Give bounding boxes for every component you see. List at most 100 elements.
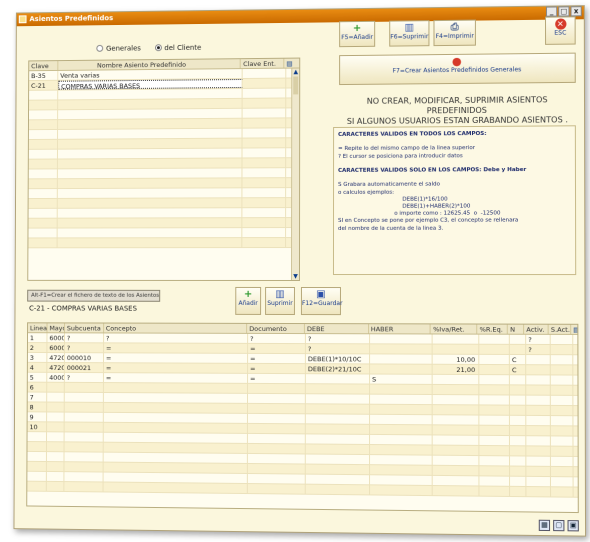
cell-debe[interactable] [305, 374, 371, 384]
cell-activ[interactable] [526, 355, 551, 365]
cell-activ[interactable] [526, 426, 551, 436]
cell-req[interactable] [479, 486, 511, 496]
cell-linea[interactable]: 10 [27, 422, 48, 432]
window-icon[interactable]: ▢ [553, 519, 565, 532]
cell-debe[interactable]: DEBE(1)*10/10C [305, 354, 371, 364]
table-row[interactable] [28, 208, 300, 219]
grid-options-icon[interactable]: ▤ [284, 59, 299, 68]
cell-concepto[interactable]: ? [104, 333, 249, 343]
cell-sub[interactable]: 000021 [64, 363, 104, 373]
cell-concepto[interactable]: = [103, 373, 249, 383]
cell-haber[interactable] [370, 485, 433, 496]
col-documento[interactable]: Documento [247, 323, 305, 334]
minimize-button[interactable]: _ [545, 6, 558, 17]
cell-mayor[interactable]: 6000 [47, 333, 66, 343]
table-row[interactable] [28, 218, 300, 229]
cell-haber[interactable] [370, 465, 433, 475]
cell-req[interactable] [479, 435, 510, 446]
cell-mayor[interactable] [46, 462, 65, 472]
cell-linea[interactable]: 3 [27, 352, 48, 362]
cell-doc[interactable]: = [248, 373, 306, 384]
cell-sub[interactable]: 000010 [64, 353, 105, 363]
monitor-icon[interactable]: ▣ [567, 520, 579, 532]
cell-haber[interactable] [370, 354, 433, 364]
radio-del-cliente-circle[interactable] [154, 44, 162, 52]
cell-linea[interactable]: 1 [27, 333, 48, 343]
cell-req[interactable] [479, 456, 511, 466]
cell-iva[interactable] [432, 425, 480, 435]
cell-sub[interactable] [64, 422, 104, 432]
col-req[interactable]: %R.Eq. [477, 324, 509, 334]
cell-clave-ent[interactable] [242, 98, 287, 108]
cell-sact[interactable] [550, 355, 574, 365]
close-window-button[interactable]: x [570, 6, 582, 17]
cell-linea[interactable] [27, 481, 47, 491]
cell-req[interactable] [479, 364, 510, 375]
cell-req[interactable] [479, 395, 510, 405]
cell-iva[interactable] [432, 415, 480, 425]
cell-nombre[interactable] [57, 198, 243, 208]
radio-del-cliente[interactable]: del Cliente [154, 44, 201, 52]
cell-sub[interactable] [64, 382, 104, 392]
cell-mayor[interactable]: 4720 [47, 353, 65, 363]
cell-linea[interactable] [27, 432, 48, 442]
cell-concepto[interactable] [103, 452, 248, 463]
cell-req[interactable] [479, 375, 510, 385]
cell-nombre[interactable] [58, 88, 243, 100]
cell-doc[interactable] [247, 423, 306, 434]
cell-nombre[interactable] [57, 218, 243, 228]
top-grid-scrollbar[interactable]: ▲ ▼ [291, 68, 300, 281]
cell-nombre[interactable] [57, 188, 243, 198]
cell-sact[interactable] [550, 375, 574, 385]
scroll-thumb[interactable] [293, 76, 299, 95]
cell-sact[interactable] [550, 477, 574, 487]
cell-doc[interactable] [247, 473, 306, 484]
cell-debe[interactable] [305, 384, 371, 394]
exit-button[interactable]: ✕ ESC [544, 16, 576, 45]
cell-mayor[interactable] [47, 402, 65, 412]
cell-nombre[interactable] [58, 98, 243, 110]
cell-debe[interactable] [305, 444, 371, 455]
cell-nombre[interactable] [57, 148, 243, 159]
cell-doc[interactable] [247, 453, 306, 464]
cell-linea[interactable]: 7 [27, 392, 48, 402]
cell-concepto[interactable] [103, 482, 248, 494]
cell-mayor[interactable] [46, 432, 65, 442]
cell-nombre[interactable] [57, 178, 243, 189]
cell-mayor[interactable] [47, 422, 65, 432]
cell-n[interactable] [509, 425, 527, 436]
cell-mayor[interactable] [47, 382, 65, 392]
cell-sub[interactable] [64, 412, 104, 422]
cell-doc[interactable]: = [248, 363, 306, 374]
cell-n[interactable] [510, 486, 527, 497]
cell-clave[interactable] [28, 198, 58, 208]
cell-clave[interactable]: C-21 [29, 80, 59, 90]
cell-doc[interactable] [247, 484, 306, 494]
lines-grid-options-icon[interactable]: ▤ [571, 325, 577, 334]
cell-activ[interactable] [526, 385, 551, 395]
cell-mayor[interactable] [46, 442, 65, 452]
col-n[interactable]: N [507, 324, 525, 334]
cell-haber[interactable] [370, 364, 433, 374]
cell-activ[interactable]: ? [526, 344, 551, 355]
cell-iva[interactable] [432, 384, 480, 395]
cell-nombre[interactable]: Venta varias [58, 69, 243, 80]
cell-clave[interactable] [28, 208, 58, 218]
print-button[interactable]: ⎙ F4=Imprimir [433, 19, 476, 47]
cell-sub[interactable] [64, 482, 104, 492]
cell-clave-ent[interactable] [242, 168, 287, 178]
cell-sact[interactable] [550, 344, 574, 355]
cell-clave-ent[interactable] [242, 198, 287, 208]
cell-clave[interactable] [28, 238, 58, 248]
cell-activ[interactable] [526, 476, 552, 487]
cell-n[interactable] [510, 466, 527, 476]
cell-activ[interactable] [526, 405, 551, 416]
cell-doc[interactable] [247, 403, 306, 414]
add-button[interactable]: + F5=Añadir [339, 20, 376, 48]
cell-n[interactable]: C [509, 354, 527, 365]
cell-iva[interactable] [432, 374, 480, 385]
cell-sub[interactable] [64, 472, 104, 482]
cell-doc[interactable] [247, 443, 306, 454]
cell-clave-ent[interactable] [242, 238, 287, 248]
cell-sub[interactable]: ? [64, 343, 105, 353]
